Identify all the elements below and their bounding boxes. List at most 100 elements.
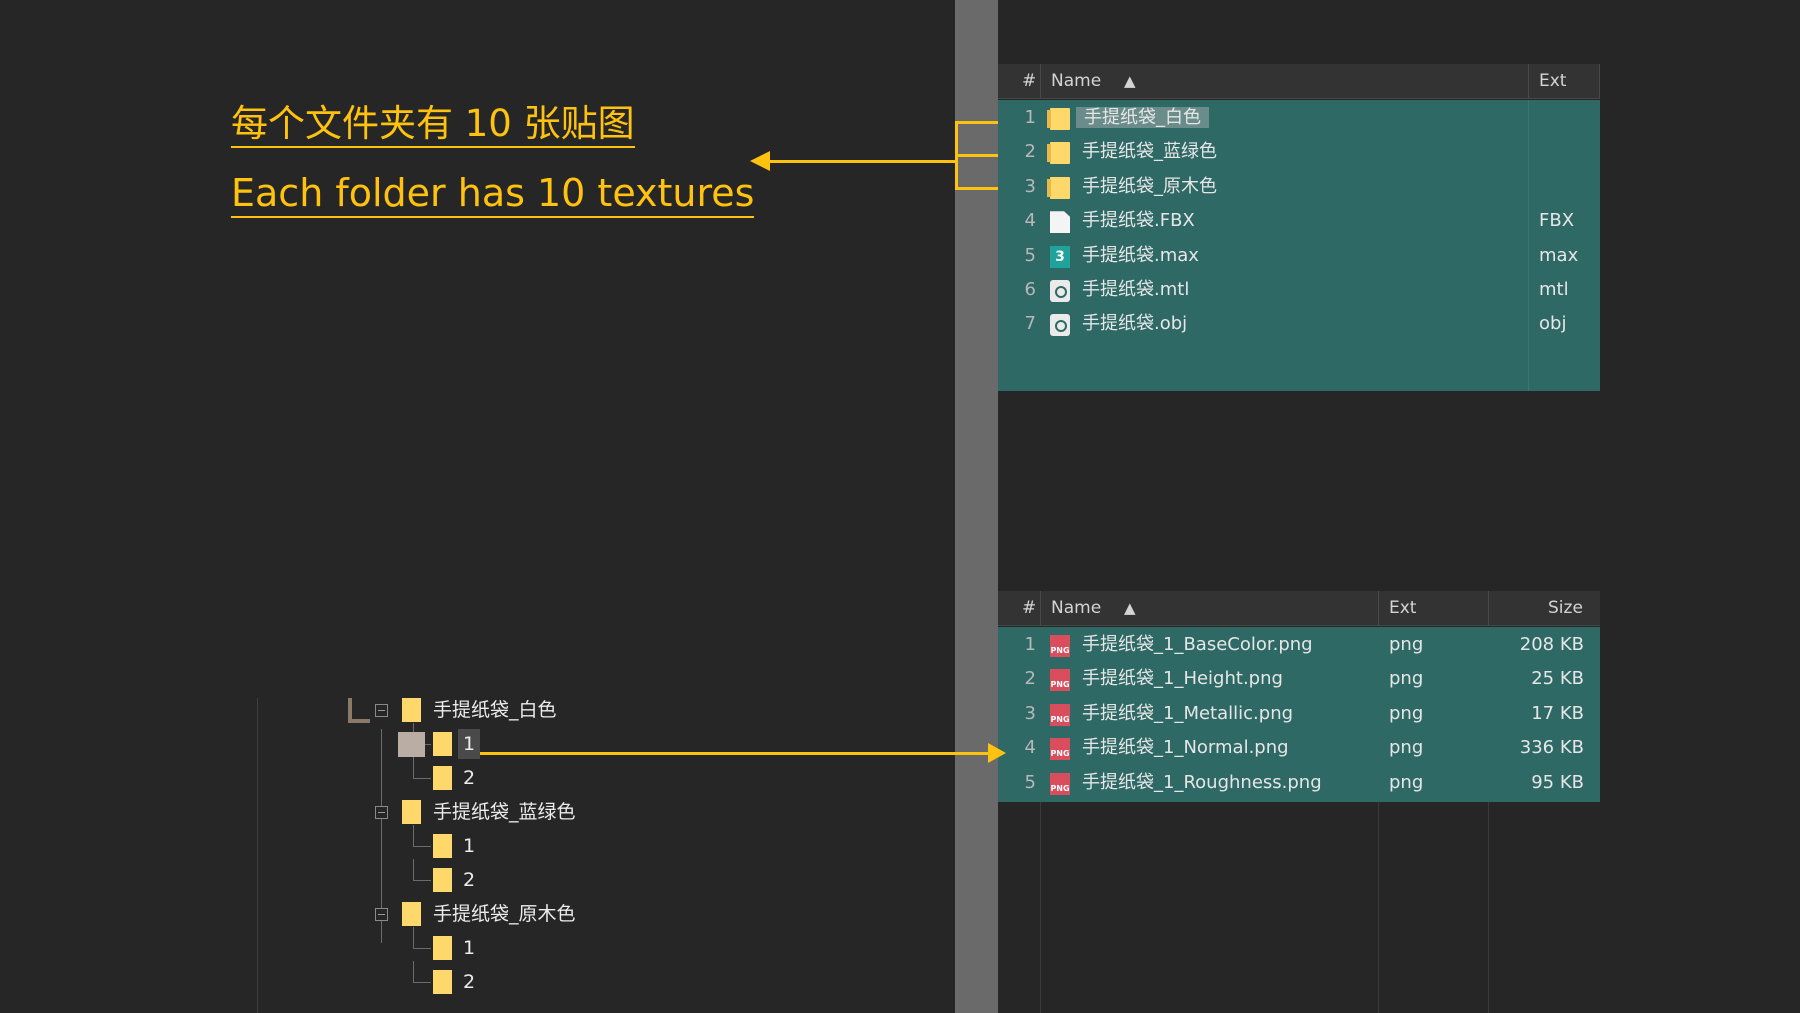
col-size-header[interactable]: Size [1548, 591, 1583, 625]
file-row[interactable]: 3 PNG 手提纸袋_1_Metallic.png png 17 KB [998, 697, 1600, 731]
file-ext: png [1389, 737, 1424, 759]
row-number: 1 [1024, 107, 1036, 128]
tree-folder-label[interactable]: 手提纸袋_原木色 [433, 899, 576, 929]
folder-tree: 手提纸袋_白色 1 2 手提纸袋_蓝绿色 1 2 手提纸袋_原木色 1 2 [0, 690, 955, 1013]
arrow-head-right [988, 743, 1006, 763]
folder-icon [1047, 108, 1070, 130]
tree-subfolder-label[interactable]: 2 [463, 967, 475, 997]
col-name-header[interactable]: Name [1051, 64, 1101, 98]
file-size: 336 KB [1519, 737, 1584, 759]
tree-branch [413, 778, 431, 779]
file-row[interactable]: 4 PNG 手提纸袋_1_Normal.png png 336 KB [998, 731, 1600, 765]
file-name: 手提纸袋.obj [1082, 313, 1188, 335]
folder-icon [402, 902, 421, 926]
file-name: 手提纸袋_白色 [1076, 101, 1209, 135]
col-separator [1378, 591, 1379, 625]
file-ext: max [1539, 244, 1579, 266]
empty-col-line [1378, 802, 1379, 1013]
col-separator [1599, 64, 1600, 98]
file-row[interactable]: 5 PNG 手提纸袋_1_Roughness.png png 95 KB [998, 766, 1600, 800]
folder-icon [433, 970, 452, 994]
pane-divider[interactable] [955, 0, 998, 1013]
file-ext: png [1389, 634, 1424, 655]
folder-icon [433, 868, 452, 892]
folder-icon [433, 766, 452, 790]
file-icon [1050, 211, 1070, 234]
file-name: 手提纸袋_1_Metallic.png [1082, 702, 1294, 724]
png-file-icon: PNG [1050, 703, 1070, 726]
tree-branch [413, 757, 414, 778]
tree-subfolder-label[interactable]: 1 [463, 831, 475, 861]
tree-branch [413, 948, 431, 949]
file-row[interactable]: 1 PNG 手提纸袋_1_BaseColor.png png 208 KB [998, 628, 1600, 662]
tree-folder-label[interactable]: 手提纸袋_白色 [433, 695, 557, 725]
collapse-toggle-icon[interactable] [375, 704, 388, 717]
bottom-file-list: # Name ▲ Ext Size 1 PNG 手提纸袋_1_BaseColor.p… [998, 591, 1600, 1013]
png-file-icon: PNG [1050, 669, 1070, 692]
folder-icon [1047, 176, 1070, 199]
file-name: 手提纸袋.max [1082, 244, 1199, 266]
col-num-header[interactable]: # [1022, 591, 1036, 625]
col-ext-header[interactable]: Ext [1539, 64, 1566, 98]
max-file-icon: 3 [1050, 245, 1070, 268]
file-row[interactable]: 7 手提纸袋.obj obj [998, 307, 1600, 341]
tree-subfolder-label[interactable]: 1 [458, 729, 481, 759]
file-row[interactable]: 6 手提纸袋.mtl mtl [998, 273, 1600, 307]
file-row[interactable]: 5 3 手提纸袋.max max [998, 239, 1600, 273]
col-separator [1040, 64, 1041, 98]
tree-branch [413, 982, 431, 983]
png-file-icon: PNG [1050, 738, 1070, 761]
empty-col-line [1040, 802, 1041, 1013]
file-size: 95 KB [1531, 771, 1584, 793]
annotation-english: Each folder has 10 textures [231, 174, 755, 218]
collapse-toggle-icon[interactable] [375, 806, 388, 819]
tree-hover-box [398, 732, 425, 757]
file-ext: png [1389, 771, 1424, 793]
row-number: 4 [1024, 210, 1036, 232]
tree-branch [413, 880, 431, 881]
folder-icon [433, 834, 452, 858]
row-number: 5 [1024, 244, 1036, 266]
file-name: 手提纸袋.mtl [1082, 279, 1190, 300]
tree-branch [348, 719, 370, 723]
col-name-header[interactable]: Name [1051, 591, 1101, 625]
empty-col-line [1488, 802, 1489, 1013]
file-row[interactable]: 1 手提纸袋_白色 [998, 101, 1600, 135]
obj-file-icon [1050, 280, 1070, 302]
obj-file-icon [1050, 314, 1070, 337]
file-ext: FBX [1539, 210, 1575, 232]
file-row[interactable]: 3 手提纸袋_原木色 [998, 170, 1600, 204]
tree-branch [413, 825, 414, 846]
col-separator [1528, 64, 1529, 98]
col-ext-header[interactable]: Ext [1389, 591, 1416, 625]
arrow-head-left [750, 151, 770, 171]
top-file-list: # Name ▲ Ext 1 手提纸袋_白色 2 手提纸袋_蓝绿色 3 手提纸袋_原木色 4… [998, 64, 1600, 391]
folder-icon [402, 698, 421, 722]
file-ext: mtl [1539, 279, 1569, 300]
file-ext: png [1389, 702, 1424, 724]
tree-branch [413, 927, 414, 948]
png-file-icon: PNG [1050, 772, 1070, 795]
selected-file-name: 手提纸袋_白色 [1076, 107, 1209, 128]
top-list-header: # Name ▲ Ext [998, 64, 1600, 99]
png-file-icon: PNG [1050, 635, 1070, 657]
file-row[interactable]: 2 手提纸袋_蓝绿色 [998, 135, 1600, 169]
tree-subfolder-label[interactable]: 2 [463, 763, 475, 793]
file-row[interactable]: 4 手提纸袋.FBX FBX [998, 204, 1600, 238]
tree-folder-label[interactable]: 手提纸袋_蓝绿色 [433, 797, 576, 827]
collapse-toggle-icon[interactable] [375, 908, 388, 921]
file-name: 手提纸袋_原木色 [1082, 175, 1217, 197]
folder-icon [1047, 142, 1070, 165]
col-num-header[interactable]: # [1022, 64, 1036, 98]
file-name: 手提纸袋_1_Height.png [1082, 668, 1283, 690]
file-row[interactable]: 2 PNG 手提纸袋_1_Height.png png 25 KB [998, 662, 1600, 696]
row-number: 1 [1024, 634, 1036, 655]
tree-branch [413, 859, 414, 880]
folder-icon [433, 732, 452, 756]
tree-subfolder-label[interactable]: 1 [463, 933, 475, 963]
arrow-line-left [770, 160, 957, 163]
tree-subfolder-label[interactable]: 2 [463, 865, 475, 895]
file-ext: png [1389, 668, 1424, 690]
file-size: 208 KB [1519, 634, 1584, 655]
tree-branch [413, 961, 414, 982]
